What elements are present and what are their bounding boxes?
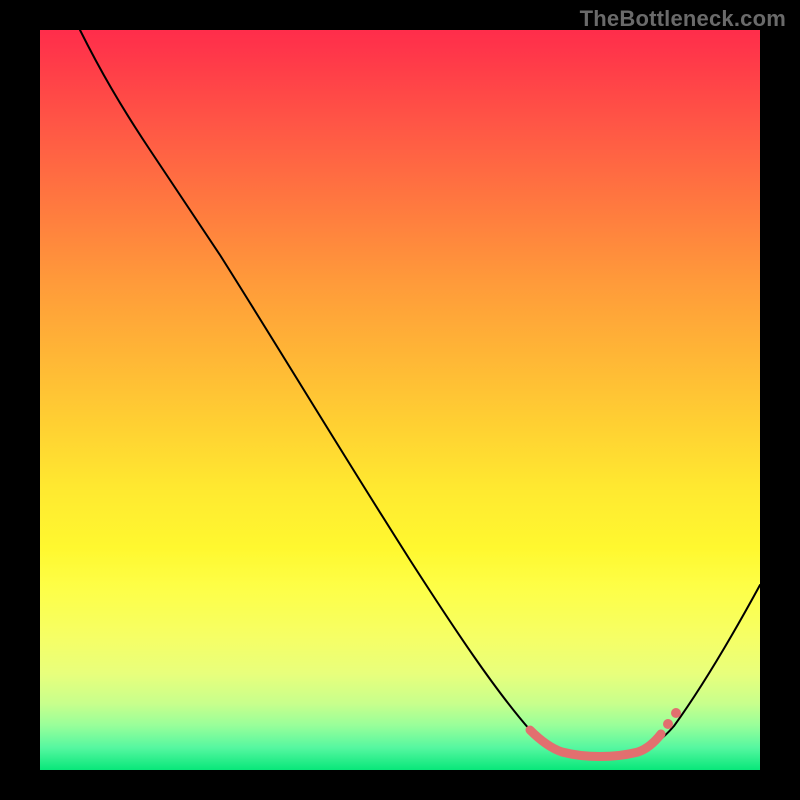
chart-curve-layer [40,30,760,770]
watermark-text: TheBottleneck.com [580,6,786,32]
optimal-zone-marker [530,730,661,757]
bottleneck-curve [80,30,760,757]
marker-dot [663,719,673,729]
chart-plot-area [40,30,760,770]
marker-dot [671,708,681,718]
